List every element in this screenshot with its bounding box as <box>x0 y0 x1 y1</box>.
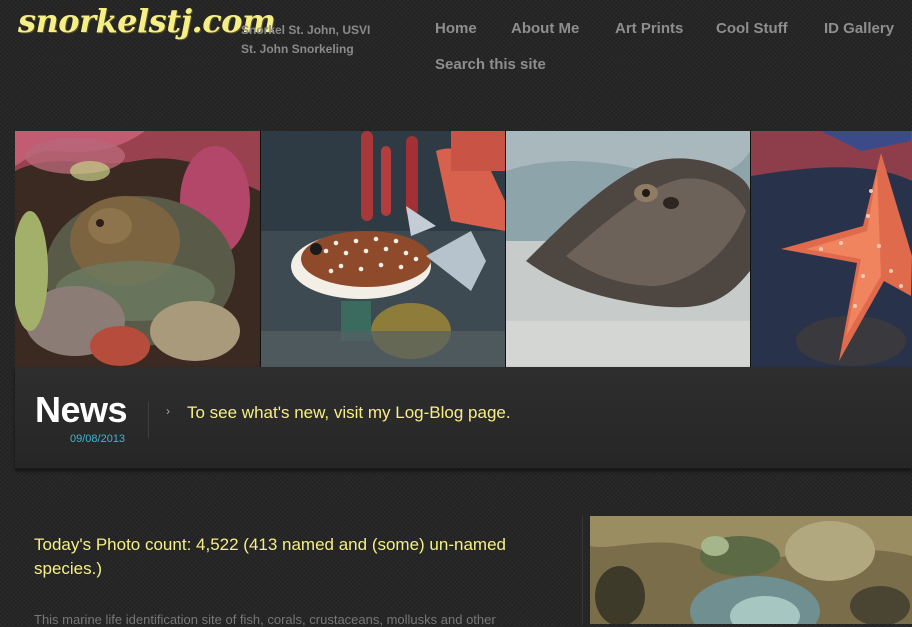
chevron-right-icon: › <box>166 404 170 418</box>
news-title: News <box>35 389 128 430</box>
photo-banner <box>15 131 912 367</box>
tagline-line-2: St. John Snorkeling <box>241 42 354 56</box>
tagline-line-1: Snorkel St. John, USVI <box>241 23 371 37</box>
intro-text: This marine life identification site of … <box>34 612 496 627</box>
site-tagline: Snorkel St. John, USVI St. John Snorkeli… <box>241 21 370 59</box>
sidebar-photo[interactable] <box>590 516 912 624</box>
site-logo[interactable]: snorkelstj.com <box>18 2 276 40</box>
nav-search-site[interactable]: Search this site <box>435 56 546 73</box>
stingray-photo[interactable] <box>506 131 750 367</box>
starfish-photo[interactable] <box>751 131 912 367</box>
news-box: News 09/08/2013 › To see what's new, vis… <box>15 367 912 469</box>
nav-about-me[interactable]: About Me <box>511 20 579 37</box>
news-date: 09/08/2013 <box>70 433 126 445</box>
nav-id-gallery[interactable]: ID Gallery <box>824 20 894 37</box>
nav-cool-stuff[interactable]: Cool Stuff <box>716 20 788 37</box>
trunkfish-photo[interactable] <box>261 131 505 367</box>
column-divider <box>582 516 583 624</box>
news-divider <box>148 402 149 438</box>
octopus-photo[interactable] <box>15 131 260 367</box>
photo-count-text: Today's Photo count: 4,522 (413 named an… <box>34 535 506 578</box>
nav-art-prints[interactable]: Art Prints <box>615 20 683 37</box>
news-link[interactable]: To see what's new, visit my Log-Blog pag… <box>187 403 511 423</box>
nav-home[interactable]: Home <box>435 20 477 37</box>
